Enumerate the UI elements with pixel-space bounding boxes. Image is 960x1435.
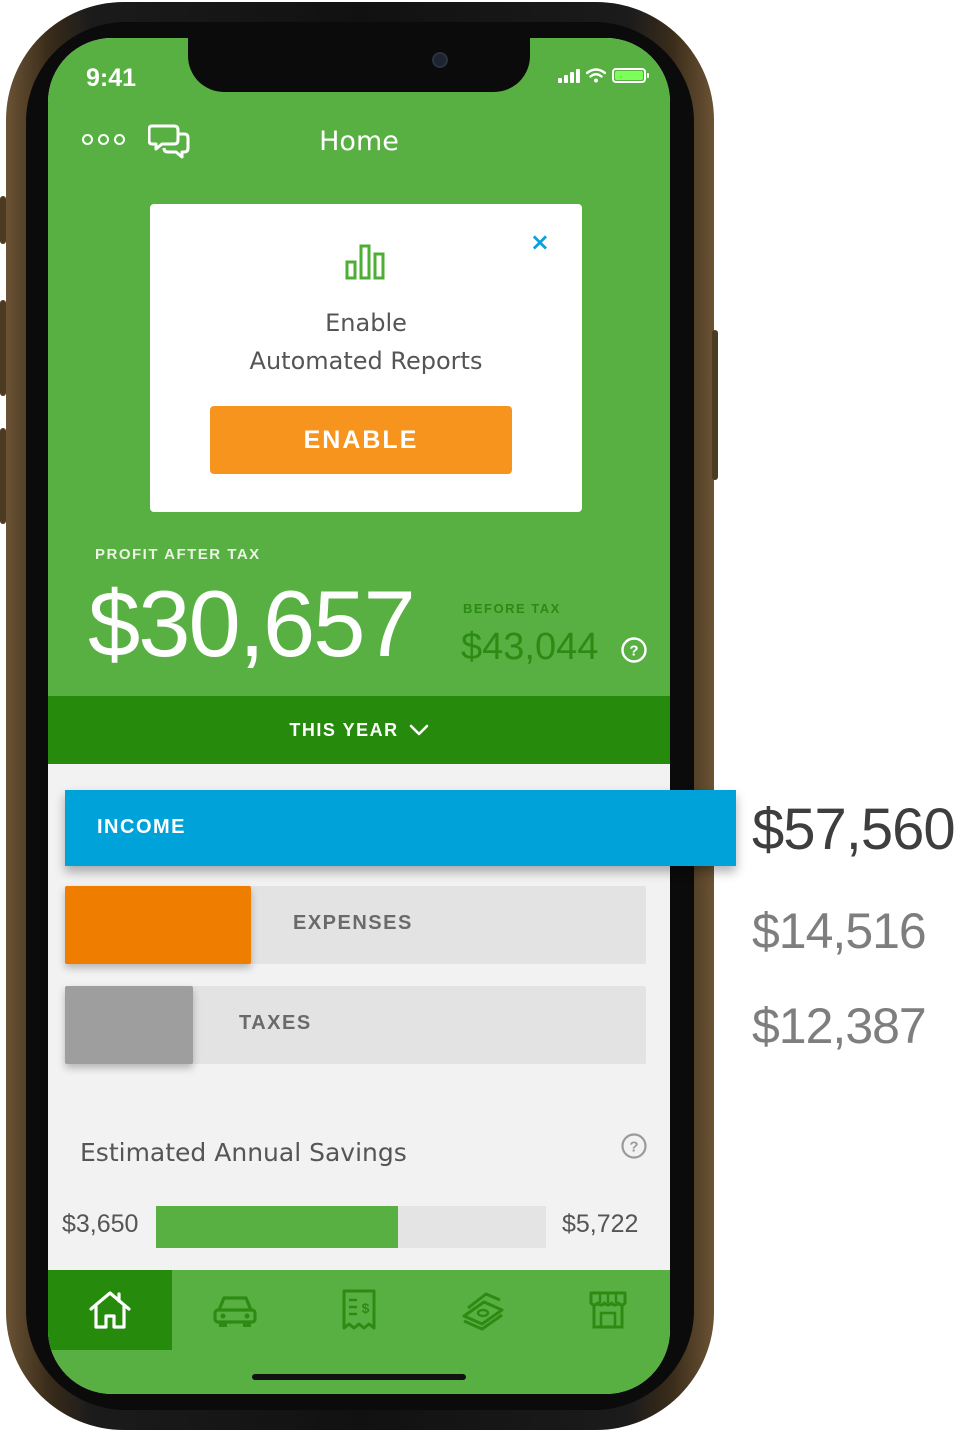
home-indicator [252,1374,466,1380]
tab-mileage[interactable] [172,1270,296,1350]
tab-income[interactable] [421,1270,545,1350]
signal-icon [558,68,580,83]
taxes-bar[interactable]: TAXES [65,986,646,1064]
help-icon[interactable]: ? [620,1132,648,1160]
front-camera [432,52,448,68]
volume-up-button [0,300,6,396]
before-tax-label: BEFORE TAX [463,601,561,616]
status-time: 9:41 [86,64,137,92]
income-bar[interactable]: INCOME [65,790,736,866]
period-selector[interactable]: THIS YEAR [48,696,670,764]
savings-progress-fill [156,1206,398,1248]
page-title: Home [319,126,399,157]
card-line-2: Automated Reports [249,347,483,375]
money-stack-icon [462,1292,504,1331]
home-icon [89,1291,131,1329]
taxes-amount: $12,387 [752,998,927,1054]
notch [188,38,530,92]
shop-icon [589,1291,627,1329]
battery-icon [612,68,649,83]
income-label: INCOME [97,816,186,838]
close-icon[interactable]: × [530,228,550,256]
card-message: Enable Automated Reports [150,304,582,380]
svg-text:?: ? [629,643,638,660]
savings-max: $5,722 [562,1210,639,1238]
expenses-bar[interactable]: EXPENSES [65,886,646,964]
taxes-label: TAXES [239,1012,312,1034]
savings-section: Estimated Annual Savings ? $3,650 $5,722 [48,1102,670,1270]
volume-down-button [0,428,6,524]
enable-button[interactable]: ENABLE [210,406,512,474]
wifi-icon [586,68,606,83]
card-line-1: Enable [325,309,407,337]
savings-title: Estimated Annual Savings [80,1138,407,1167]
before-tax-value: $43,044 [461,626,599,668]
svg-text:$: $ [362,1300,370,1316]
receipt-icon: $ [342,1289,376,1330]
tab-expenses[interactable]: $ [297,1270,421,1350]
profit-value: $30,657 [88,571,416,676]
expenses-amount: $14,516 [752,903,927,959]
expenses-bar-fill [65,886,251,964]
taxes-bar-fill [65,986,193,1064]
power-button [712,330,718,480]
svg-text:?: ? [629,1139,638,1156]
status-icons [558,68,649,83]
help-icon[interactable]: ? [620,636,648,664]
bar-chart-icon [345,244,385,280]
chevron-down-icon [409,724,428,736]
savings-progress [156,1206,546,1248]
period-label: THIS YEAR [289,719,399,740]
automated-reports-card: × Enable Automated Reports ENABLE [150,204,582,512]
profit-label: PROFIT AFTER TAX [95,546,261,563]
savings-min: $3,650 [62,1210,139,1238]
app-screen: 9:41 Home × Enable Automated Reports ENA… [48,38,670,1394]
tab-shop[interactable] [546,1270,670,1350]
tab-home[interactable] [48,1270,173,1350]
silent-switch [0,196,6,244]
car-icon [212,1296,257,1327]
income-amount: $57,560 [752,797,956,862]
expenses-label: EXPENSES [293,912,413,934]
